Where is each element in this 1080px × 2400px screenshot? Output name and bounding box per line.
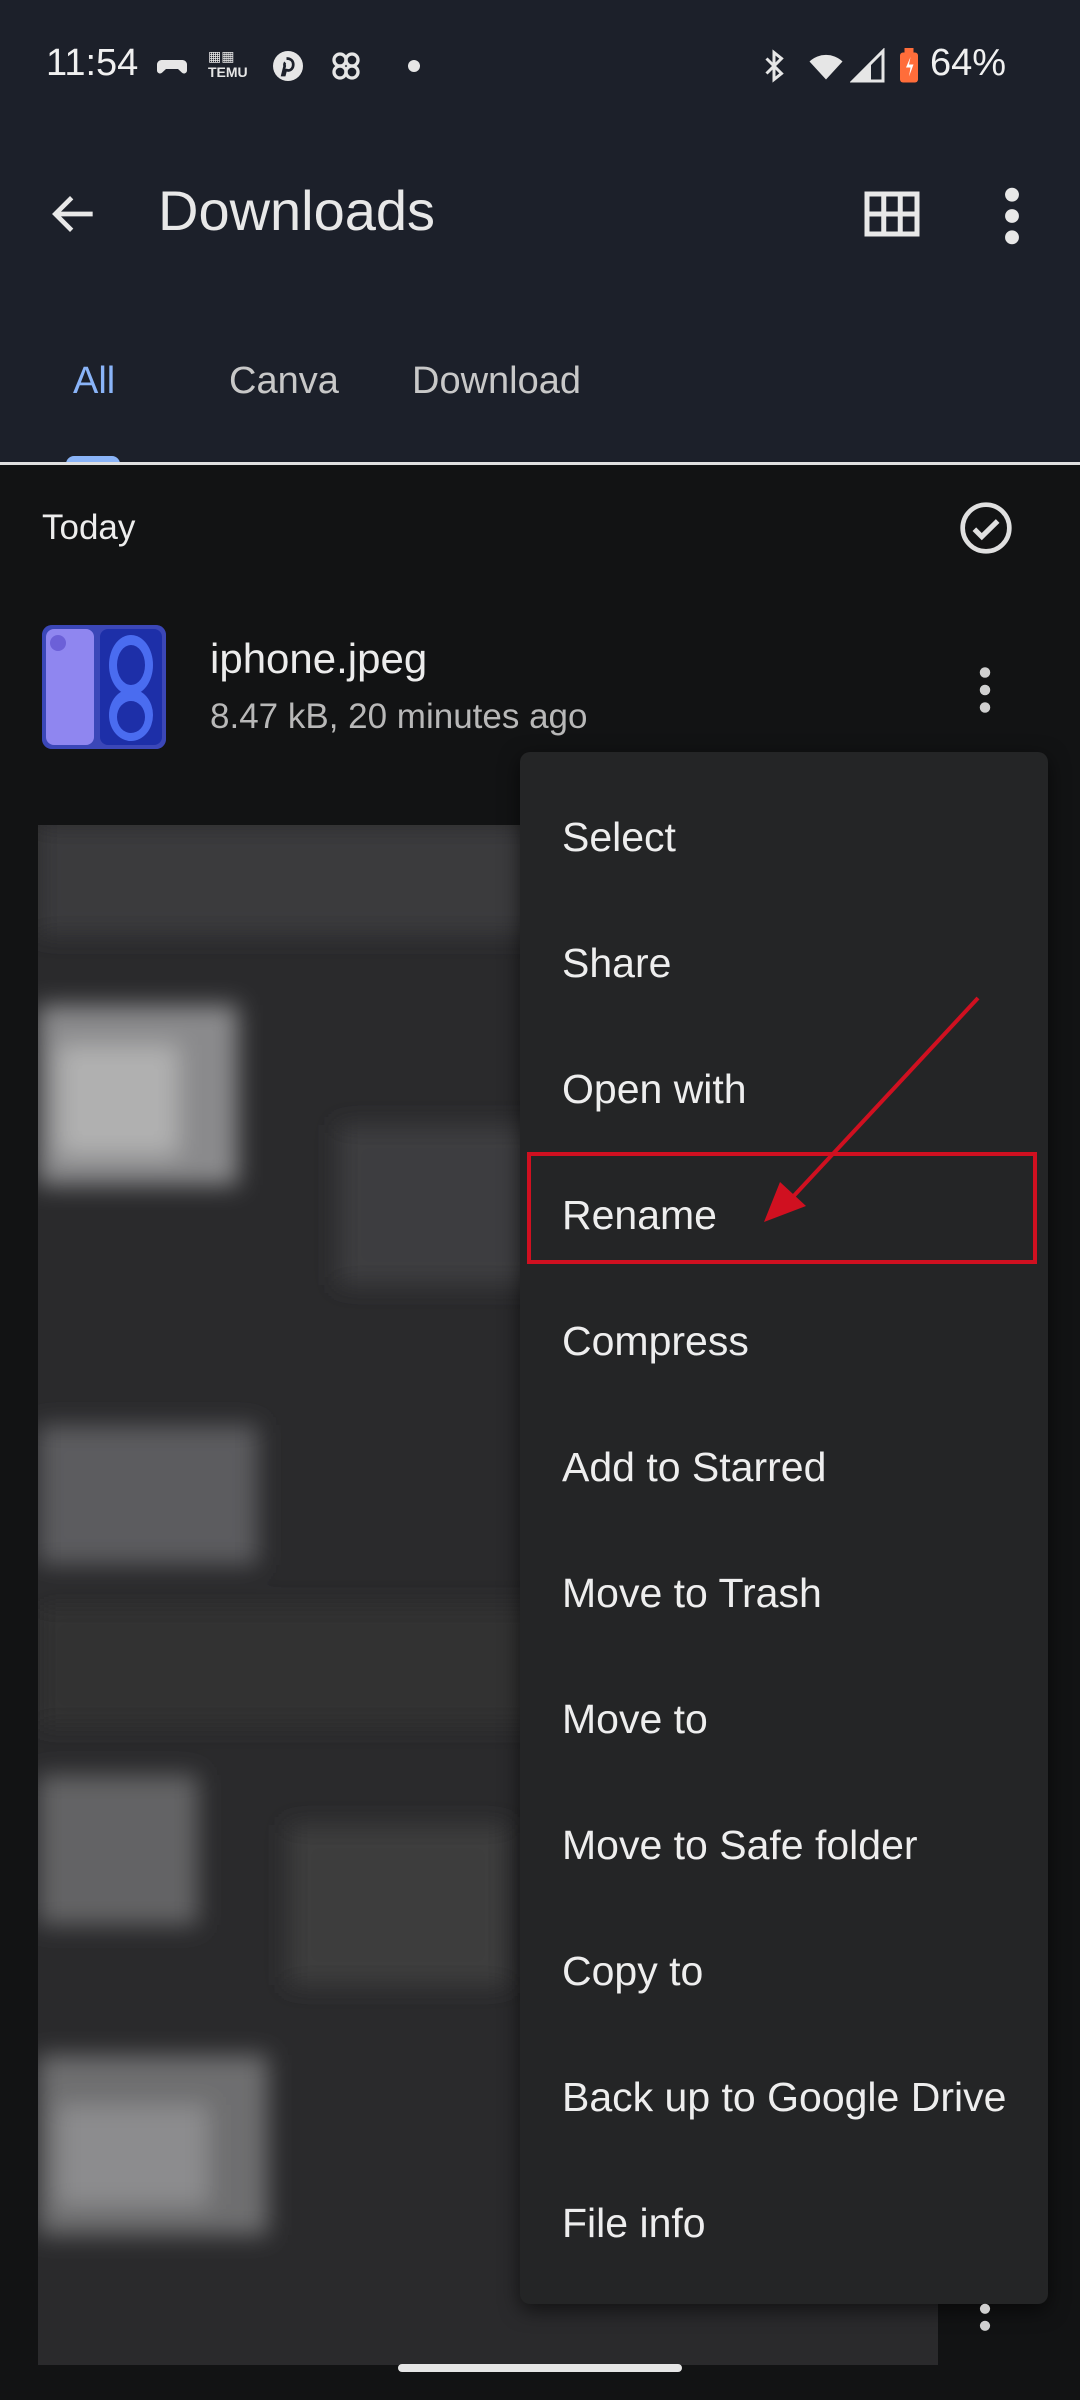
gesture-navigation-bar[interactable] bbox=[398, 2364, 682, 2372]
battery-percentage: 64% bbox=[930, 42, 1007, 84]
rename-highlight-box bbox=[527, 1152, 1037, 1264]
threads-icon bbox=[332, 52, 360, 80]
top-app-area: 11:54 ▦▦ TEMU 64% Downloads All Canva Do… bbox=[0, 0, 1080, 465]
game-controller-icon bbox=[157, 60, 187, 74]
menu-item-move-to[interactable]: Move to bbox=[562, 1696, 708, 1743]
tab-canva[interactable]: Canva bbox=[229, 360, 339, 403]
file-name: iphone.jpeg bbox=[210, 635, 428, 682]
menu-item-open-with[interactable]: Open with bbox=[562, 1066, 747, 1113]
file-more-icon[interactable] bbox=[978, 665, 992, 715]
signal-icon bbox=[850, 48, 885, 83]
partial-more-icon[interactable] bbox=[978, 2302, 992, 2336]
context-menu: Select Share Open with Rename Compress A… bbox=[520, 752, 1048, 2304]
page-title: Downloads bbox=[158, 179, 436, 242]
dot-icon bbox=[408, 60, 420, 72]
battery-icon bbox=[900, 48, 918, 83]
menu-item-select[interactable]: Select bbox=[562, 814, 676, 861]
menu-item-move-to-trash[interactable]: Move to Trash bbox=[562, 1570, 822, 1617]
section-header-today: Today bbox=[42, 508, 136, 547]
tab-divider bbox=[0, 462, 1080, 465]
tab-bar: All Canva Download bbox=[0, 330, 1080, 464]
menu-item-file-info[interactable]: File info bbox=[562, 2200, 706, 2247]
tab-all[interactable]: All bbox=[73, 360, 115, 403]
file-row[interactable]: iphone.jpeg 8.47 kB, 20 minutes ago bbox=[0, 605, 1080, 765]
status-bar: 11:54 ▦▦ TEMU 64% bbox=[0, 0, 1080, 130]
grid-view-icon[interactable] bbox=[862, 184, 922, 244]
menu-item-compress[interactable]: Compress bbox=[562, 1318, 749, 1365]
file-thumbnail bbox=[42, 625, 166, 749]
menu-item-share[interactable]: Share bbox=[562, 940, 671, 987]
back-arrow-icon[interactable] bbox=[46, 186, 102, 242]
menu-item-back-up-to-google-drive[interactable]: Back up to Google Drive bbox=[562, 2074, 1006, 2121]
menu-item-add-to-starred[interactable]: Add to Starred bbox=[562, 1444, 826, 1491]
file-meta: 8.47 kB, 20 minutes ago bbox=[210, 697, 588, 736]
menu-item-copy-to[interactable]: Copy to bbox=[562, 1948, 703, 1995]
menu-item-move-to-safe-folder[interactable]: Move to Safe folder bbox=[562, 1822, 918, 1869]
phone-image-icon bbox=[42, 625, 166, 749]
wifi-icon bbox=[809, 54, 843, 80]
temu-icon: ▦▦ TEMU bbox=[208, 48, 248, 80]
tab-download[interactable]: Download bbox=[412, 360, 581, 403]
more-vert-icon[interactable] bbox=[996, 184, 1028, 248]
check-circle-icon[interactable] bbox=[958, 500, 1014, 556]
pinterest-icon bbox=[273, 51, 303, 81]
bluetooth-icon bbox=[765, 49, 784, 83]
status-time: 11:54 bbox=[46, 42, 139, 84]
